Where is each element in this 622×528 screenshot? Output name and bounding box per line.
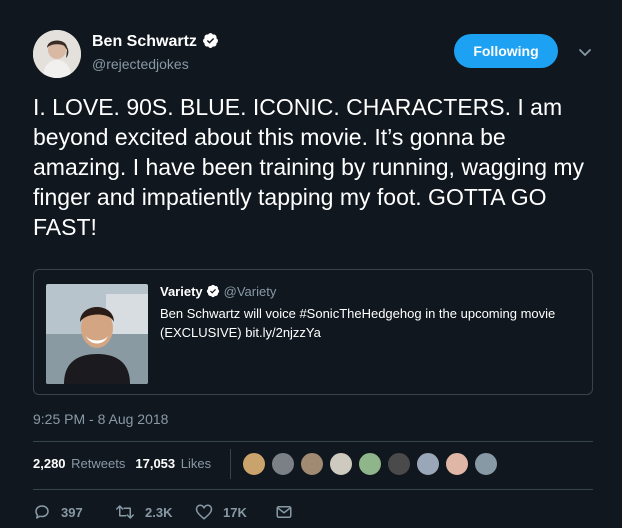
stats-divider [230, 449, 231, 479]
retweets-label: Retweets [71, 456, 126, 471]
liker-avatar[interactable] [474, 452, 498, 476]
verified-badge-icon [202, 33, 218, 48]
reply-count: 397 [61, 504, 83, 520]
liker-avatar[interactable] [300, 452, 324, 476]
liker-avatar[interactable] [416, 452, 440, 476]
liker-avatar[interactable] [271, 452, 295, 476]
heart-icon [195, 504, 213, 520]
verified-badge-icon [206, 284, 219, 298]
author-name-text[interactable]: Ben Schwartz [92, 33, 197, 50]
liker-avatar[interactable] [329, 452, 353, 476]
reply-icon [35, 505, 49, 519]
following-button[interactable]: Following [454, 34, 558, 68]
like-count: 17K [223, 504, 247, 520]
quoted-tweet-image[interactable] [46, 284, 148, 384]
chevron-down-icon[interactable] [575, 42, 595, 62]
quoted-author-handle[interactable]: @Variety [224, 284, 277, 299]
quoted-tweet-text: Ben Schwartz will voice #SonicTheHedgeho… [160, 306, 556, 340]
author-name[interactable]: Ben Schwartz [92, 32, 219, 51]
retweet-count: 2.3K [145, 504, 173, 520]
quoted-tweet-header: Variety @Variety [160, 284, 276, 299]
quoted-author-name[interactable]: Variety [160, 284, 203, 299]
likes-label: Likes [180, 456, 212, 471]
liker-avatar[interactable] [387, 452, 411, 476]
liker-avatar[interactable] [358, 452, 382, 476]
likes-count: 17,053 [135, 456, 176, 471]
divider [33, 489, 593, 490]
retweet-button[interactable]: 2.3K [115, 501, 172, 523]
likes-stat[interactable]: 17,053 Likes [135, 456, 211, 471]
author-avatar[interactable] [33, 30, 81, 78]
liker-avatar[interactable] [242, 452, 266, 476]
quoted-tweet[interactable]: Variety @Variety Ben Schwartz will voice… [33, 269, 593, 395]
author-handle[interactable]: @rejectedjokes [92, 56, 189, 72]
liker-avatar[interactable] [445, 452, 469, 476]
reply-button[interactable]: 397 [33, 501, 83, 523]
tweet-stats: 2,280 Retweets 17,053 Likes [33, 456, 211, 471]
like-button[interactable]: 17K [195, 501, 247, 523]
retweets-stat[interactable]: 2,280 Retweets [33, 456, 125, 471]
retweets-count: 2,280 [33, 456, 66, 471]
direct-message-button[interactable] [275, 501, 303, 523]
tweet-timestamp[interactable]: 9:25 PM - 8 Aug 2018 [33, 411, 168, 427]
divider [33, 441, 593, 442]
tweet-text: I. LOVE. 90S. BLUE. ICONIC. CHARACTERS. … [33, 94, 585, 240]
retweet-icon [116, 505, 134, 519]
envelope-icon [276, 506, 292, 518]
tweet-card: Ben Schwartz @rejectedjokes Following I.… [0, 0, 622, 528]
